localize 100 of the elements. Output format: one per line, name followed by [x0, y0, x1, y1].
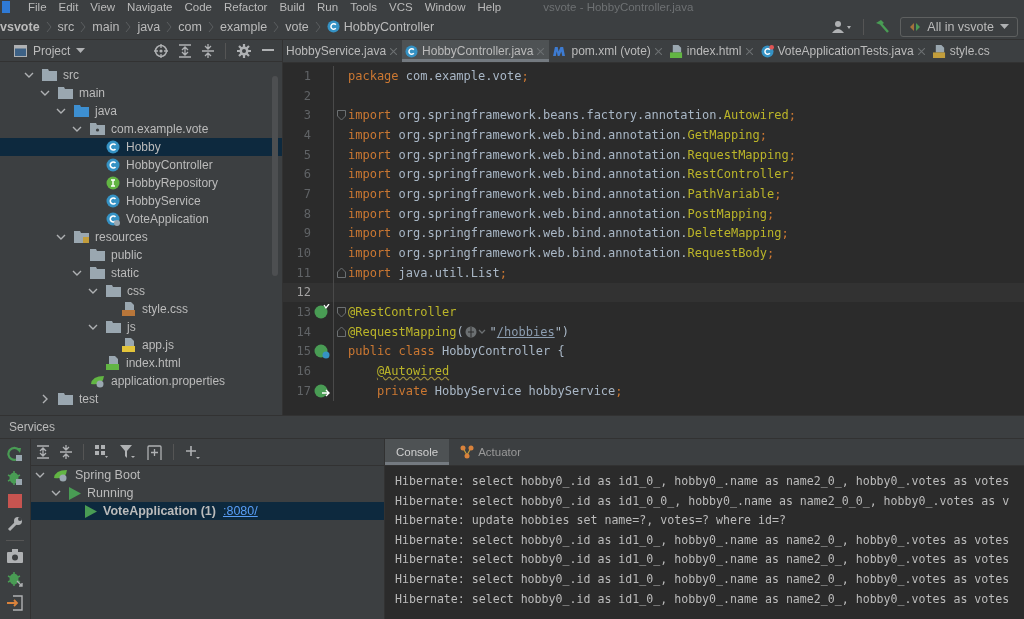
code-keyword: import: [348, 127, 393, 142]
breadcrumb[interactable]: vsvote: [0, 19, 40, 34]
menu-item[interactable]: Run: [317, 0, 339, 14]
menu-item[interactable]: Window: [424, 0, 466, 14]
tree-item[interactable]: HobbyRepository: [0, 174, 282, 192]
editor-tab[interactable]: HobbyService.java: [283, 40, 403, 62]
rerun-icon[interactable]: [7, 446, 23, 462]
code-keyword: public class: [348, 344, 436, 359]
group-icon[interactable]: [95, 445, 109, 459]
service-item[interactable]: VoteApplication (1) :8080/: [31, 502, 384, 520]
code-keyword: ;: [774, 186, 782, 201]
fold-marker-icon[interactable]: [336, 267, 346, 279]
tree-item[interactable]: public: [0, 246, 282, 264]
add-service-icon[interactable]: [147, 444, 162, 460]
tree-item[interactable]: com.example.vote: [0, 120, 282, 138]
code-keyword: import: [348, 226, 393, 241]
tree-item[interactable]: js: [0, 318, 282, 336]
project-view-dropdown[interactable]: Project: [14, 43, 86, 58]
fold-marker-icon[interactable]: [336, 326, 346, 338]
line-number: 6: [302, 167, 311, 182]
tree-item[interactable]: HobbyController: [0, 156, 282, 174]
chevron-separator-icon: [314, 20, 321, 33]
menu-item[interactable]: VCS: [389, 0, 413, 14]
hammer-icon[interactable]: [874, 18, 891, 35]
user-icon[interactable]: [831, 19, 854, 34]
editor-tab[interactable]: style.cs: [929, 40, 995, 62]
code-text: ": [489, 324, 497, 339]
menu-item[interactable]: Help: [477, 0, 502, 14]
fold-marker-icon[interactable]: [336, 306, 346, 318]
add-icon[interactable]: [185, 444, 201, 460]
run-configuration-dropdown[interactable]: All in vsvote: [900, 16, 1018, 37]
code-keyword: private: [376, 383, 429, 398]
code-text: "): [554, 324, 570, 339]
tree-item[interactable]: VoteApplication: [0, 210, 282, 228]
fold-marker-icon[interactable]: [336, 109, 346, 121]
breadcrumb[interactable]: main: [92, 19, 120, 34]
breadcrumb[interactable]: java: [137, 19, 161, 34]
breadcrumb[interactable]: example: [219, 19, 268, 34]
service-item[interactable]: Spring Boot: [31, 466, 384, 484]
login-icon[interactable]: [7, 595, 23, 611]
chevron-separator-icon: [45, 20, 52, 33]
wrench-icon[interactable]: [7, 516, 23, 532]
folder-icon: [58, 393, 73, 405]
console-tab[interactable]: Actuator: [449, 439, 533, 465]
minimize-icon[interactable]: [262, 49, 274, 52]
tree-item[interactable]: style.css: [0, 300, 282, 318]
camera-icon[interactable]: [7, 549, 23, 563]
menu-item[interactable]: Navigate: [127, 0, 173, 14]
code-annotation: RestController: [687, 167, 789, 182]
console-line: Hibernate: select hobby0_.id as id1_0_, hobby0_.name as name2_0_, hobby0_.votes as votes: [395, 473, 1011, 490]
menu-item[interactable]: File: [28, 0, 47, 14]
breadcrumb[interactable]: HobbyController: [326, 19, 435, 34]
tree-item[interactable]: HobbyService: [0, 192, 282, 210]
package-icon: [90, 123, 105, 135]
tree-item[interactable]: Hobby: [0, 138, 282, 156]
code-keyword: ;: [499, 265, 507, 280]
code-text: org.springframework.web.bind.annotation.: [398, 147, 688, 162]
code-brackets-icon: [909, 21, 922, 32]
console-tab[interactable]: Console: [385, 439, 450, 465]
port-link[interactable]: :8080/: [222, 504, 258, 518]
service-item[interactable]: Running: [31, 484, 384, 502]
locate-icon[interactable]: [154, 43, 168, 58]
code-text: org.springframework.web.bind.annotation.: [398, 226, 688, 241]
editor-tab[interactable]: index.html: [666, 40, 758, 62]
editor-tab[interactable]: VoteApplicationTests.java: [757, 40, 930, 62]
breadcrumb[interactable]: com: [178, 19, 202, 34]
tree-item[interactable]: app.js: [0, 336, 282, 354]
filter-icon[interactable]: [120, 444, 136, 460]
expand-all-icon[interactable]: [179, 43, 191, 58]
file-icon: [932, 44, 946, 58]
tree-item[interactable]: application.properties: [0, 372, 282, 390]
tree-item[interactable]: css: [0, 282, 282, 300]
bean-globe-icon[interactable]: [314, 343, 330, 360]
breadcrumb[interactable]: vote: [285, 19, 309, 34]
tree-item[interactable]: java: [0, 102, 282, 120]
editor-tab[interactable]: pom.xml (vote): [549, 40, 667, 62]
bug-icon[interactable]: [7, 470, 23, 486]
menu-item[interactable]: Tools: [350, 0, 377, 14]
menu-item[interactable]: Refactor: [223, 0, 268, 14]
tree-item[interactable]: test: [0, 390, 282, 408]
collapse-all-icon[interactable]: [60, 445, 72, 459]
editor-tab[interactable]: HobbyController.java: [402, 40, 550, 62]
tree-item[interactable]: index.html: [0, 354, 282, 372]
bean-check-icon[interactable]: [314, 304, 330, 321]
collapse-all-icon[interactable]: [202, 43, 214, 58]
settings-icon[interactable]: [237, 43, 251, 58]
bug-icon[interactable]: [7, 571, 23, 587]
menu-item[interactable]: Edit: [58, 0, 79, 14]
expand-all-icon[interactable]: [37, 445, 49, 459]
tree-item[interactable]: src: [0, 66, 282, 84]
tree-item[interactable]: resources: [0, 228, 282, 246]
folder-icon: [106, 285, 121, 297]
breadcrumb[interactable]: src: [57, 19, 75, 34]
menu-item[interactable]: Code: [184, 0, 212, 14]
menu-item[interactable]: View: [90, 0, 116, 14]
tree-item[interactable]: main: [0, 84, 282, 102]
code-keyword: ;: [767, 246, 775, 261]
folder-icon: [90, 267, 105, 279]
tree-item[interactable]: static: [0, 264, 282, 282]
menu-item[interactable]: Build: [279, 0, 305, 14]
